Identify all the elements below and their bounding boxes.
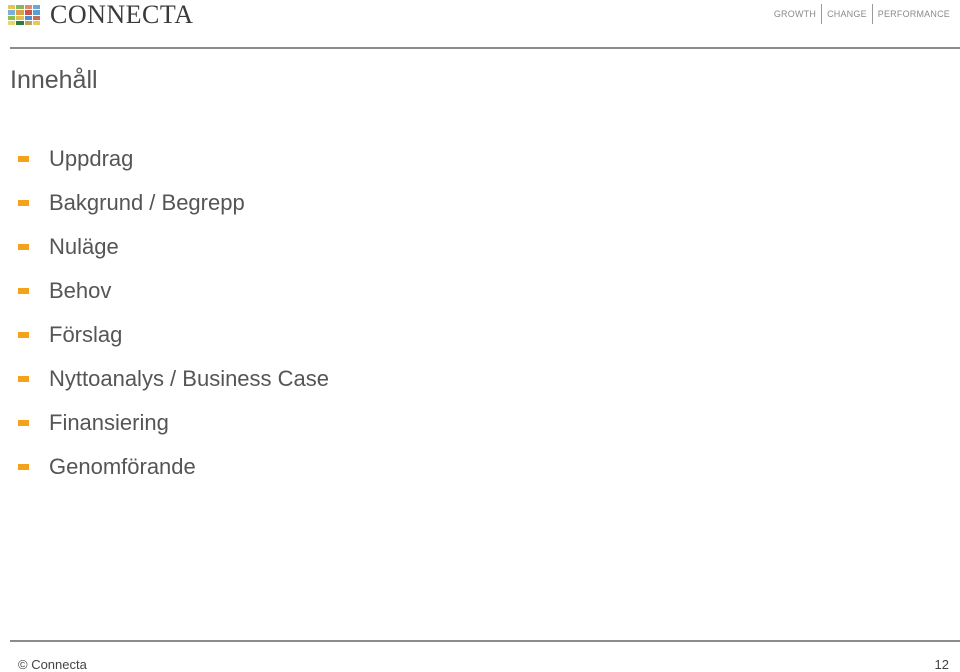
toc-item-label: Nyttoanalys / Business Case xyxy=(49,366,330,391)
toc-item[interactable]: Förslag xyxy=(0,313,640,357)
tagline-growth: GROWTH xyxy=(773,9,817,19)
toc-item[interactable]: Bakgrund / Begrepp xyxy=(0,181,640,225)
toc-item-label: Finansiering xyxy=(49,410,169,435)
logo-tile xyxy=(16,5,24,10)
bullet-icon xyxy=(18,156,29,162)
logo-tile xyxy=(32,15,40,20)
logo-tile xyxy=(32,5,40,10)
logo-tile xyxy=(8,5,16,10)
logo-tile xyxy=(24,15,32,20)
toc-item[interactable]: Behov xyxy=(0,269,640,315)
bullet-icon xyxy=(18,420,29,426)
logo-text: CONNECTA xyxy=(50,0,194,29)
logo-tile xyxy=(24,20,32,25)
page-number: 12 xyxy=(934,657,949,672)
logo-tile xyxy=(8,10,16,15)
connecta-logo: CONNECTA xyxy=(8,2,193,28)
header-divider xyxy=(10,47,960,49)
toc-item-label: Uppdrag xyxy=(49,146,134,171)
logo-tile xyxy=(16,10,24,15)
logo-tile xyxy=(32,10,40,15)
logo-tile xyxy=(16,20,24,25)
toc-item[interactable]: Uppdrag xyxy=(0,137,640,181)
toc-item-label: Förslag xyxy=(49,322,123,347)
logo-tile xyxy=(24,10,32,15)
toc-item[interactable]: Nuläge xyxy=(0,225,640,269)
logo-tile xyxy=(16,15,24,20)
tagline-change: CHANGE xyxy=(827,9,867,19)
logo-mosaic-icon xyxy=(8,5,40,25)
bullet-icon xyxy=(18,244,29,250)
footer-copyright: © Connecta xyxy=(18,657,87,672)
logo-tile xyxy=(32,20,40,25)
tagline-divider xyxy=(821,4,823,24)
logo-tile xyxy=(8,20,16,25)
toc-item[interactable]: Genomförande xyxy=(0,445,640,489)
toc-item[interactable]: Finansiering xyxy=(0,401,640,445)
logo-tile xyxy=(8,15,16,20)
toc-item-label: Bakgrund / Begrepp xyxy=(49,190,245,215)
bullet-icon xyxy=(18,332,29,338)
tagline-performance: PERFORMANCE xyxy=(877,9,950,19)
bullet-icon xyxy=(18,464,29,470)
bullet-icon xyxy=(18,200,29,206)
tagline-divider xyxy=(871,4,873,24)
bullet-icon xyxy=(18,288,29,294)
toc-item[interactable]: Nyttoanalys / Business Case xyxy=(0,357,640,401)
toc-item-label: Behov xyxy=(49,278,112,303)
toc-item-label: Genomförande xyxy=(49,454,196,479)
bullet-icon xyxy=(18,376,29,382)
footer-divider xyxy=(10,640,960,642)
toc-item-label: Nuläge xyxy=(49,234,119,259)
tagline: GROWTH CHANGE PERFORMANCE xyxy=(774,4,950,24)
slide-title: Innehåll xyxy=(10,66,98,94)
table-of-contents: Uppdrag Bakgrund / Begrepp Nuläge Behov … xyxy=(0,137,640,489)
logo-tile xyxy=(24,5,32,10)
